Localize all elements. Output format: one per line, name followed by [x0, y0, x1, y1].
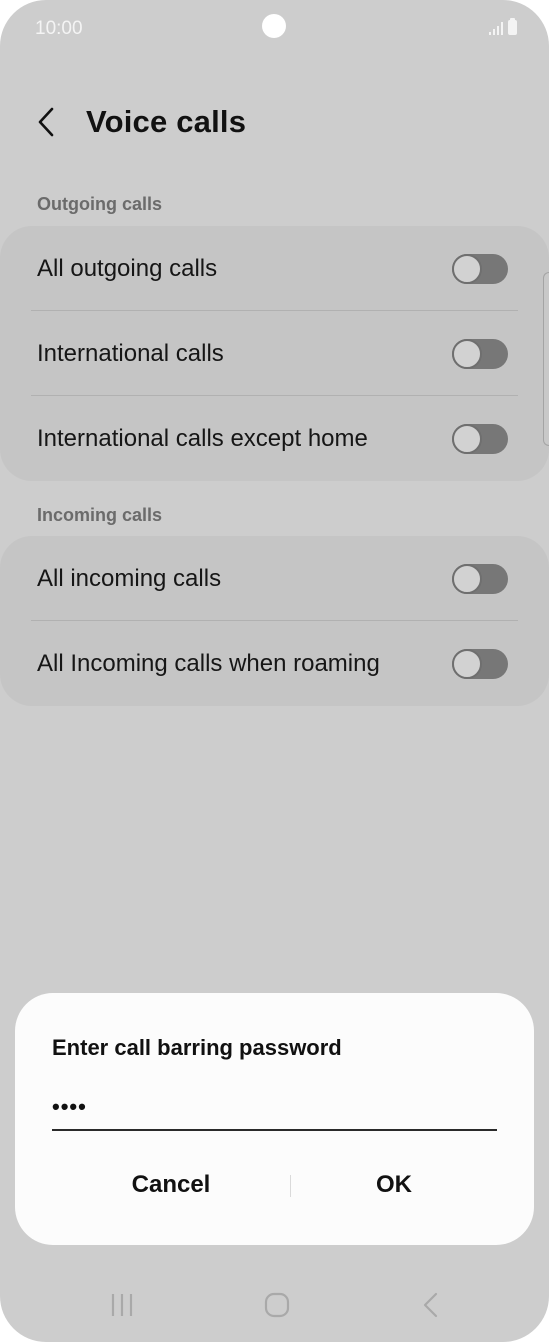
app-header: Voice calls — [0, 90, 549, 154]
navigation-bar — [0, 1270, 549, 1342]
setting-row-all-incoming[interactable]: All incoming calls — [0, 536, 549, 621]
button-divider — [290, 1175, 291, 1197]
password-dialog: Enter call barring password Cancel OK — [15, 993, 534, 1245]
page-title: Voice calls — [86, 104, 247, 139]
signal-icon — [489, 22, 503, 35]
setting-label: All Incoming calls when roaming — [37, 650, 380, 677]
toggle-knob — [452, 254, 482, 284]
phone-screen: 10:00 Voice calls Outgoing calls All out… — [0, 0, 549, 1342]
dialog-title: Enter call barring password — [52, 1035, 342, 1060]
setting-label: All outgoing calls — [37, 255, 218, 282]
toggle-switch[interactable] — [452, 564, 508, 594]
camera-cutout — [262, 14, 286, 38]
setting-row-international[interactable]: International calls — [0, 311, 549, 396]
battery-icon — [508, 18, 517, 35]
home-icon[interactable] — [264, 1292, 290, 1318]
toggle-switch[interactable] — [452, 649, 508, 679]
toggle-knob — [452, 649, 482, 679]
section-header-outgoing: Outgoing calls — [37, 194, 163, 214]
setting-label: All incoming calls — [37, 565, 222, 592]
ok-button[interactable]: OK — [298, 1161, 490, 1209]
setting-row-all-outgoing[interactable]: All outgoing calls — [0, 226, 549, 311]
section-header-incoming: Incoming calls — [37, 505, 163, 525]
status-time: 10:00 — [35, 18, 83, 39]
toggle-switch[interactable] — [452, 424, 508, 454]
toggle-switch[interactable] — [452, 254, 508, 284]
back-icon[interactable] — [420, 1292, 442, 1318]
setting-row-incoming-roaming[interactable]: All Incoming calls when roaming — [0, 621, 549, 706]
outgoing-calls-card: All outgoing calls International calls I… — [0, 226, 549, 481]
toggle-knob — [452, 564, 482, 594]
cancel-button[interactable]: Cancel — [75, 1161, 267, 1209]
status-bar: 10:00 — [0, 0, 549, 56]
setting-label: International calls except home — [37, 425, 368, 452]
password-input[interactable] — [52, 1085, 497, 1131]
toggle-switch[interactable] — [452, 339, 508, 369]
toggle-knob — [452, 339, 482, 369]
setting-row-international-except-home[interactable]: International calls except home — [0, 396, 549, 481]
setting-label: International calls — [37, 340, 224, 367]
chevron-left-icon[interactable] — [30, 104, 66, 140]
incoming-calls-card: All incoming calls All Incoming calls wh… — [0, 536, 549, 706]
recent-apps-icon[interactable] — [109, 1292, 137, 1318]
toggle-knob — [452, 424, 482, 454]
status-icons — [489, 18, 517, 35]
dialog-buttons: Cancel OK — [15, 1161, 534, 1209]
scrollbar[interactable] — [543, 272, 549, 446]
